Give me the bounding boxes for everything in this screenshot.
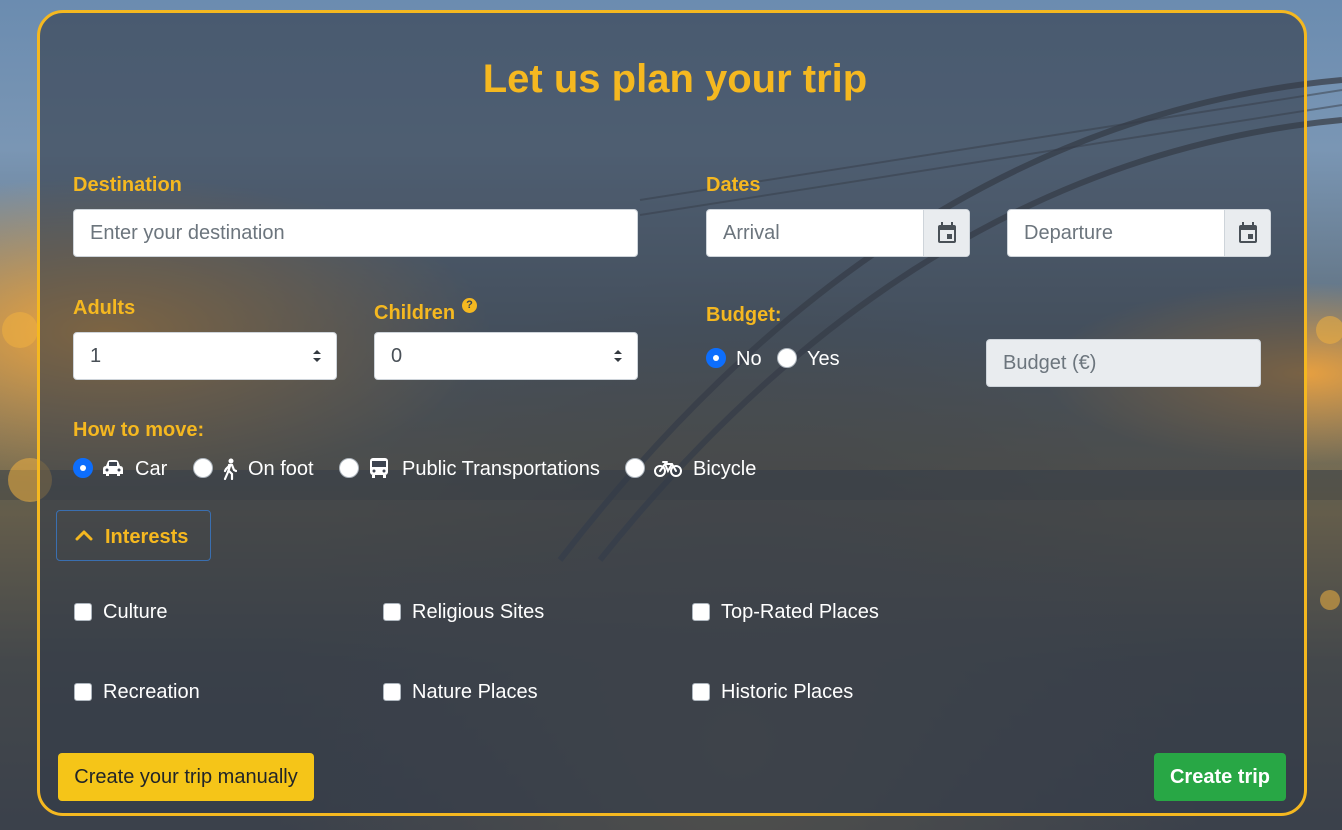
help-icon[interactable]: ? bbox=[462, 298, 477, 313]
budget-no-label: No bbox=[736, 348, 762, 370]
children-select[interactable]: 0 bbox=[374, 332, 638, 380]
interest-culture-checkbox[interactable] bbox=[74, 603, 92, 621]
destination-input[interactable]: Enter your destination bbox=[73, 209, 638, 257]
departure-placeholder: Departure bbox=[1024, 222, 1113, 244]
car-icon bbox=[103, 460, 123, 476]
select-caret-icon bbox=[313, 350, 321, 362]
select-caret-icon bbox=[614, 350, 622, 362]
interest-historic-label: Historic Places bbox=[721, 681, 854, 703]
interest-religious-label: Religious Sites bbox=[412, 601, 545, 623]
trip-planner-panel: Let us plan your trip Destination Enter … bbox=[37, 10, 1307, 816]
calendar-icon bbox=[1238, 222, 1257, 243]
transport-bicycle-radio[interactable] bbox=[625, 458, 645, 478]
destination-label: Destination bbox=[73, 174, 182, 196]
children-value: 0 bbox=[391, 345, 403, 367]
budget-label: Budget: bbox=[706, 304, 782, 326]
interest-nature-checkbox[interactable] bbox=[383, 683, 401, 701]
interest-historic-checkbox[interactable] bbox=[692, 683, 710, 701]
transport-label: How to move: bbox=[73, 419, 205, 441]
arrival-input[interactable]: Arrival bbox=[706, 209, 970, 257]
calendar-icon bbox=[937, 222, 956, 243]
interest-culture-label: Culture bbox=[103, 601, 168, 623]
transport-foot-radio[interactable] bbox=[193, 458, 213, 478]
interest-recreation-label: Recreation bbox=[103, 681, 200, 703]
interest-recreation-checkbox[interactable] bbox=[74, 683, 92, 701]
interest-nature-label: Nature Places bbox=[412, 681, 538, 703]
departure-calendar-button[interactable] bbox=[1224, 210, 1270, 256]
create-trip-button[interactable]: Create trip bbox=[1154, 753, 1286, 801]
arrival-calendar-button[interactable] bbox=[923, 210, 969, 256]
children-label: Children bbox=[374, 302, 456, 324]
interest-toprated-checkbox[interactable] bbox=[692, 603, 710, 621]
adults-value: 1 bbox=[90, 345, 102, 367]
bus-icon bbox=[370, 458, 388, 478]
transport-foot-label: On foot bbox=[248, 458, 314, 480]
create-manually-button[interactable]: Create your trip manually bbox=[58, 753, 314, 801]
budget-yes-radio[interactable] bbox=[777, 348, 797, 368]
transport-public-label: Public Transportations bbox=[402, 458, 600, 480]
adults-label: Adults bbox=[73, 297, 136, 319]
transport-car-label: Car bbox=[135, 458, 168, 480]
page-title: Let us plan your trip bbox=[482, 57, 868, 101]
interests-toggle[interactable]: Interests bbox=[56, 510, 211, 561]
departure-input[interactable]: Departure bbox=[1007, 209, 1271, 257]
interest-toprated-label: Top-Rated Places bbox=[721, 601, 879, 623]
adults-select[interactable]: 1 bbox=[73, 332, 337, 380]
budget-yes-label: Yes bbox=[807, 348, 840, 370]
budget-input[interactable]: Budget (€) bbox=[986, 339, 1261, 387]
transport-car-radio[interactable] bbox=[73, 458, 93, 478]
walking-icon bbox=[223, 458, 237, 480]
transport-bicycle-label: Bicycle bbox=[693, 458, 757, 480]
chevron-up-icon bbox=[75, 530, 93, 541]
dates-label: Dates bbox=[706, 174, 761, 196]
bicycle-icon bbox=[654, 461, 682, 477]
interest-religious-checkbox[interactable] bbox=[383, 603, 401, 621]
budget-no-radio[interactable] bbox=[706, 348, 726, 368]
interests-label: Interests bbox=[105, 526, 189, 548]
arrival-placeholder: Arrival bbox=[723, 222, 780, 244]
transport-public-radio[interactable] bbox=[339, 458, 359, 478]
